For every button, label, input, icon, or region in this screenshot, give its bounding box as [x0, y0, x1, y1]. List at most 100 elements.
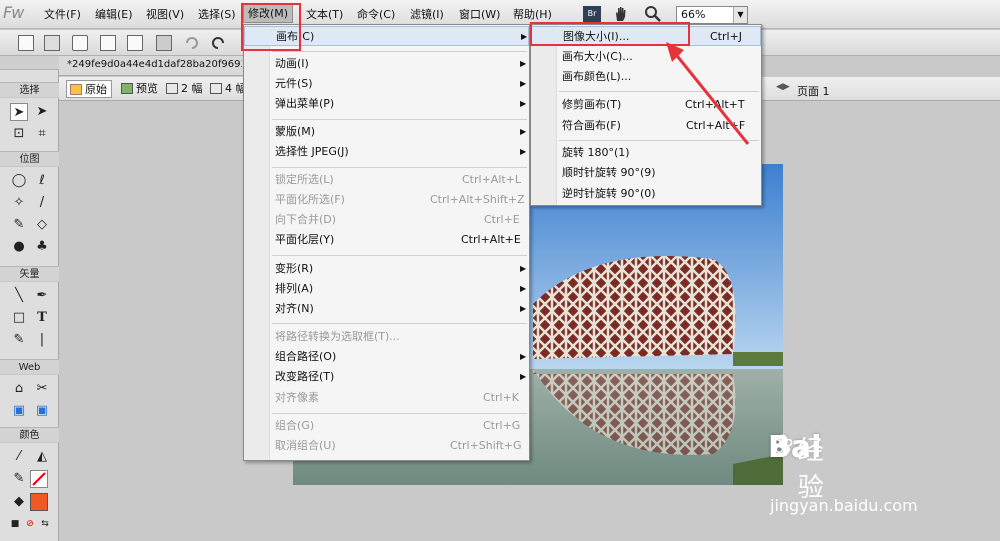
- export-icon[interactable]: [127, 35, 143, 51]
- panel-grip[interactable]: [0, 56, 59, 70]
- magic-wand-icon[interactable]: ✧: [10, 194, 28, 212]
- view-preview-button[interactable]: 预览: [118, 80, 158, 98]
- view-preview-label: 预览: [136, 82, 158, 95]
- chevron-right-icon: ▶: [520, 99, 527, 108]
- fill-bucket-icon[interactable]: ◆: [10, 493, 28, 511]
- menu-item-selective-jpeg[interactable]: 选择性 JPEG(J) ▶: [244, 142, 529, 162]
- hide-slices-icon[interactable]: ▣: [10, 402, 28, 420]
- zoom-value: 66%: [681, 8, 706, 21]
- menu-text[interactable]: 文本(T): [306, 6, 343, 22]
- menu-item-transform[interactable]: 变形(R) ▶: [244, 259, 529, 279]
- chevron-right-icon: ▶: [520, 127, 527, 136]
- brush-tool-icon[interactable]: /: [33, 194, 51, 212]
- paint-bucket-icon[interactable]: ◭: [33, 448, 51, 466]
- page-nav-icon[interactable]: ◀▶: [776, 82, 790, 92]
- show-slices-icon[interactable]: ▣: [33, 402, 51, 420]
- menu-item-rotate-cw[interactable]: 顺时针旋转 90°(9): [531, 163, 761, 183]
- crop-tool-icon[interactable]: ⌗: [33, 125, 51, 143]
- view-original-label: 原始: [85, 83, 107, 96]
- document-title: *249fe9d0a44e4d1daf28ba20f96930f: [67, 59, 242, 70]
- document-tab[interactable]: *249fe9d0a44e4d1daf28ba20f96930f: [59, 56, 244, 76]
- menu-divider: [272, 167, 527, 168]
- chevron-right-icon: ▶: [521, 32, 528, 41]
- view-original-button[interactable]: 原始: [66, 80, 112, 98]
- menu-divider: [272, 119, 527, 120]
- menu-commands[interactable]: 命令(C): [357, 6, 395, 22]
- pencil-tool-icon[interactable]: ✎: [10, 216, 28, 234]
- menu-file[interactable]: 文件(F): [44, 6, 81, 22]
- save-icon[interactable]: [44, 35, 60, 51]
- menu-item-group: 组合(G) Ctrl+G: [275, 419, 521, 432]
- chevron-right-icon: ▶: [520, 352, 527, 361]
- fill-color-swatch[interactable]: [30, 493, 48, 511]
- subselect-tool-icon[interactable]: ➤: [33, 103, 51, 121]
- page-selector[interactable]: 页面 1: [797, 83, 830, 99]
- view-2up-button[interactable]: 2 幅: [163, 80, 203, 98]
- view-2up-label: 2 幅: [181, 82, 203, 95]
- open-icon[interactable]: [72, 35, 88, 51]
- menu-item-rotate-ccw[interactable]: 逆时针旋转 90°(0): [531, 184, 761, 204]
- menu-view[interactable]: 视图(V): [146, 6, 184, 22]
- import-icon[interactable]: [100, 35, 116, 51]
- menu-help[interactable]: 帮助(H): [513, 6, 552, 22]
- print-icon[interactable]: [156, 35, 172, 51]
- chevron-right-icon: ▶: [520, 304, 527, 313]
- menu-item-mask[interactable]: 蒙版(M) ▶: [244, 122, 529, 142]
- menu-item-combine-paths[interactable]: 组合路径(O) ▶: [244, 347, 529, 367]
- modify-menu: 画布(C) ▶ 动画(I) ▶ 元件(S) ▶ 弹出菜单(P) ▶ 蒙版(M) ▶ 选择性…: [243, 24, 530, 461]
- swap-colors-icon[interactable]: ⇆: [36, 515, 54, 533]
- blur-tool-icon[interactable]: ●: [10, 238, 28, 256]
- stamp-tool-icon[interactable]: ♣: [33, 238, 51, 256]
- watermark-brand2: 经验: [797, 436, 824, 503]
- menu-item-merge-down: 向下合并(D) Ctrl+E: [275, 213, 520, 226]
- menu-item-path-to-marquee: 将路径转换为选取框(T)...: [275, 330, 400, 343]
- tools-panel: 选择 ➤ ➤ ⊡ ⌗ 位图 ◯ ℓ ✧ / ✎ ◇ ● ♣ 矢量 ╲ ✒ □ T…: [0, 56, 59, 541]
- undo-icon[interactable]: [183, 34, 201, 52]
- marquee-tool-icon[interactable]: ◯: [10, 172, 28, 190]
- section-vector: 矢量: [0, 266, 59, 282]
- menu-edit[interactable]: 编辑(E): [95, 6, 133, 22]
- menu-divider: [272, 413, 527, 414]
- chevron-right-icon: ▶: [520, 372, 527, 381]
- new-icon[interactable]: [18, 35, 34, 51]
- chevron-down-icon: ▼: [733, 7, 747, 23]
- slice-tool-icon[interactable]: ✂: [33, 380, 51, 398]
- knife-tool-icon[interactable]: |: [33, 331, 51, 349]
- menu-window[interactable]: 窗口(W): [459, 6, 500, 22]
- app-logo: Fw: [3, 3, 24, 22]
- section-bitmap: 位图: [0, 151, 59, 167]
- menu-item-symbol[interactable]: 元件(S) ▶: [244, 74, 529, 94]
- section-select: 选择: [0, 82, 59, 98]
- pen-tool-icon[interactable]: ✒: [33, 287, 51, 305]
- pointer-tool-icon[interactable]: ➤: [10, 103, 28, 121]
- pencil-icon: [70, 84, 82, 95]
- zoom-icon[interactable]: [644, 5, 662, 23]
- view-4up-button[interactable]: 4 幅: [207, 80, 247, 98]
- menu-item-snap-to-pixel: 对齐像素 Ctrl+K: [275, 391, 520, 404]
- menu-select[interactable]: 选择(S): [198, 6, 236, 22]
- two-up-icon: [166, 83, 178, 94]
- preview-icon: [121, 83, 133, 94]
- scale-tool-icon[interactable]: ⊡: [10, 125, 28, 143]
- stroke-color-swatch[interactable]: [30, 470, 48, 488]
- menu-item-animation[interactable]: 动画(I) ▶: [244, 54, 529, 74]
- menu-filters[interactable]: 滤镜(I): [410, 6, 444, 22]
- hotspot-tool-icon[interactable]: ⌂: [10, 380, 28, 398]
- text-tool-icon[interactable]: T: [33, 309, 51, 327]
- lasso-tool-icon[interactable]: ℓ: [33, 172, 51, 190]
- hand-icon[interactable]: [612, 5, 630, 23]
- eraser-tool-icon[interactable]: ◇: [33, 216, 51, 234]
- menu-item-alter-path[interactable]: 改变路径(T) ▶: [244, 367, 529, 387]
- stroke-color-pencil-icon[interactable]: ✎: [10, 470, 28, 488]
- line-tool-icon[interactable]: ╲: [10, 287, 28, 305]
- bridge-button[interactable]: Br: [583, 6, 601, 22]
- redo-icon[interactable]: [209, 34, 227, 52]
- freeform-tool-icon[interactable]: ✎: [10, 331, 28, 349]
- eyedropper-icon[interactable]: ⁄: [10, 448, 28, 466]
- menu-item-flatten-layers[interactable]: 平面化层(Y) Ctrl+Alt+E: [244, 230, 529, 250]
- rectangle-tool-icon[interactable]: □: [10, 309, 28, 327]
- chevron-right-icon: ▶: [520, 79, 527, 88]
- menu-item-arrange[interactable]: 排列(A) ▶: [244, 279, 529, 299]
- menu-item-align[interactable]: 对齐(N) ▶: [244, 299, 529, 319]
- menu-item-popup-menu[interactable]: 弹出菜单(P) ▶: [244, 94, 529, 114]
